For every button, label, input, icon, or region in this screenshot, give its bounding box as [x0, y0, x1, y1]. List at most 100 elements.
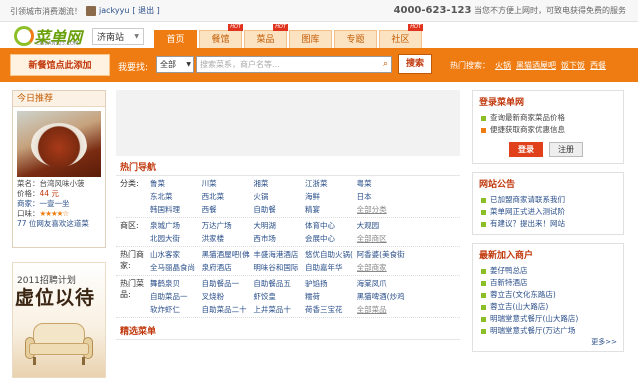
nav-link[interactable]: 大明湖	[253, 220, 305, 231]
shop-item[interactable]: 明瑞堂意式餐厅(山大路店)	[473, 313, 623, 325]
search-scope-select[interactable]: 全部 ▼	[156, 56, 194, 73]
nav-link[interactable]: 黑猫啤酒(炒鸡	[357, 291, 409, 302]
hot-keyword[interactable]: 西餐	[590, 60, 606, 71]
rating-label: 口味：	[17, 209, 40, 218]
search-placeholder: 搜索菜系，商户名等...	[200, 60, 280, 69]
dish-price-line: 价格：44 元	[17, 189, 101, 199]
nav-link[interactable]: 鲁菜	[150, 178, 202, 189]
nav-link[interactable]: 叉烧粉	[202, 291, 254, 302]
hot-keyword[interactable]: 黑猫酒屋吧	[516, 60, 556, 71]
nav-link[interactable]: 自助嘉年华	[305, 262, 357, 273]
nav-link[interactable]: 全部菜品	[357, 304, 409, 315]
logo-icon	[14, 26, 34, 46]
nav-link[interactable]: 火锅	[253, 191, 305, 202]
tab-dishes[interactable]: 菜品 HOT	[244, 24, 288, 48]
nav-link[interactable]: 虾饺皇	[253, 291, 305, 302]
nav-link[interactable]: 全马丽晶食尚	[150, 262, 202, 273]
notice-item[interactable]: 已加盟商家请联系我们	[473, 194, 623, 206]
nav-link[interactable]: 自助餐品五	[253, 278, 305, 289]
shop-item[interactable]: 蓉立吉(文化东路店)	[473, 289, 623, 301]
dish-shop[interactable]: 商家：一壹一坐	[17, 199, 101, 209]
dish-likes[interactable]: 77 位网友喜欢这道菜	[17, 219, 101, 229]
city-selector[interactable]: 济南站 ▼	[92, 28, 144, 45]
more-link[interactable]: 更多>>	[473, 337, 623, 351]
tab-label: 图库	[301, 35, 320, 45]
nav-link[interactable]: 明味谷和国际	[253, 262, 305, 273]
notice-item[interactable]: 有建议？提出来！网站	[473, 218, 623, 230]
nav-link[interactable]: 粤菜	[357, 178, 409, 189]
nav-link[interactable]: 自助餐	[253, 204, 305, 215]
notice-title: 网站公告	[479, 180, 516, 190]
nav-link[interactable]: 西市场	[253, 233, 305, 244]
nav-link[interactable]: 精宴	[305, 204, 357, 215]
search-input[interactable]: 搜索菜系，商户名等... ⌕	[196, 56, 392, 73]
tab-community[interactable]: 社区 HOT	[379, 24, 423, 48]
search-button[interactable]: 搜索	[398, 54, 432, 74]
nav-link[interactable]: 黑猫酒屋吧(佛	[202, 249, 254, 260]
notice-item[interactable]: 菜单网正式进入测试阶	[473, 206, 623, 218]
bullet-icon	[481, 328, 486, 334]
tab-label: 菜品	[256, 35, 275, 45]
nav-link[interactable]: 江浙菜	[305, 178, 357, 189]
nav-link[interactable]: 西餐	[202, 204, 254, 215]
nav-link[interactable]: 北园大街	[150, 233, 202, 244]
dish-image[interactable]	[17, 111, 101, 177]
register-button[interactable]: 注册	[549, 142, 583, 157]
tab-home[interactable]: 首页	[154, 30, 197, 48]
nav-link[interactable]: 日本	[357, 191, 409, 202]
bullet-icon	[481, 280, 486, 286]
nav-link[interactable]: 全部分类	[357, 204, 409, 215]
nav-link[interactable]: 泉府酒店	[202, 262, 254, 273]
nav-link[interactable]: 舞鹤泉贝	[150, 278, 202, 289]
tab-topics[interactable]: 专题	[334, 30, 377, 48]
nav-link[interactable]: 大观园	[357, 220, 409, 231]
nav-link[interactable]: 阿香婆(美食街	[357, 249, 409, 260]
nav-link[interactable]: 自助菜品一	[150, 291, 202, 302]
shop-item[interactable]: 明瑞堂意式餐厅(万达广场	[473, 325, 623, 337]
hot-keyword[interactable]: 火锅	[495, 60, 511, 71]
benefit-text: 查询最新商家菜品价格	[490, 113, 565, 122]
nav-link[interactable]: 全部商区	[357, 233, 409, 244]
shop-item[interactable]: 姜仔鸭总店	[473, 265, 623, 277]
hotline-number: 4000-623-123	[393, 5, 472, 16]
tab-gallery[interactable]: 图库	[289, 30, 332, 48]
nav-link[interactable]: 万达广场	[202, 220, 254, 231]
nav-link[interactable]: 湘菜	[253, 178, 305, 189]
tab-restaurants[interactable]: 餐馆 HOT	[199, 24, 243, 48]
recruit-ad[interactable]: 2011招聘计划 虚位以待	[12, 262, 106, 378]
logout-link[interactable]: [ 退出 ]	[132, 5, 159, 16]
nav-link[interactable]: 悠优自助火锅(	[305, 249, 357, 260]
nav-link[interactable]: 丰盛海港酒店	[253, 249, 305, 260]
hot-search: 热门搜索： 火锅 黑猫酒屋吧 饭下饭 西餐	[450, 60, 606, 71]
login-button[interactable]: 登录	[509, 142, 543, 157]
nav-link[interactable]: 全部商家	[357, 262, 409, 273]
nav-link[interactable]: 西北菜	[202, 191, 254, 202]
nav-link[interactable]: 东北菜	[150, 191, 202, 202]
main-nav: 首页 餐馆 HOT 菜品 HOT 图库 专题 社区 HOT	[154, 24, 423, 48]
today-recommend: 今日推荐 菜名：台湾风味小菠 价格：44 元 商家：一壹一坐 口味：★★★★☆ …	[12, 90, 106, 248]
nav-link[interactable]: 荷香三宝花	[305, 304, 357, 315]
nav-link[interactable]: 海棠凤爪	[357, 278, 409, 289]
nav-link[interactable]: 自助餐品一	[202, 278, 254, 289]
hotline-note: 当您不方便上网时，可致电获得免费的服务	[474, 6, 626, 15]
nav-link[interactable]: 自助菜品二十	[202, 304, 254, 315]
nav-link[interactable]: 上井菜品十	[253, 304, 305, 315]
shop-item[interactable]: 百新特酒店	[473, 277, 623, 289]
nav-link[interactable]: 川菜	[202, 178, 254, 189]
nav-link[interactable]: 韩国料理	[150, 204, 202, 215]
nav-link[interactable]: 海鲜	[305, 191, 357, 202]
nav-link[interactable]: 泉城广场	[150, 220, 202, 231]
nav-link[interactable]: 山水客家	[150, 249, 202, 260]
nav-link[interactable]: 会展中心	[305, 233, 357, 244]
nav-link[interactable]: 体育中心	[305, 220, 357, 231]
username-link[interactable]: jackyyu	[99, 6, 129, 15]
nav-link[interactable]: 洪家楼	[202, 233, 254, 244]
search-icon: ⌕	[382, 59, 388, 69]
add-restaurant-button[interactable]: 新餐馆点此添加	[10, 54, 110, 76]
nav-link[interactable]: 驴馅扬	[305, 278, 357, 289]
shop-item[interactable]: 蓉立吉(山大路店)	[473, 301, 623, 313]
nav-link[interactable]: 糯荷	[305, 291, 357, 302]
hot-keyword[interactable]: 饭下饭	[561, 60, 585, 71]
nav-link[interactable]: 软炸虾仁	[150, 304, 202, 315]
site-logo[interactable]: 菜单网 CAIDAN123.COM	[14, 25, 88, 47]
